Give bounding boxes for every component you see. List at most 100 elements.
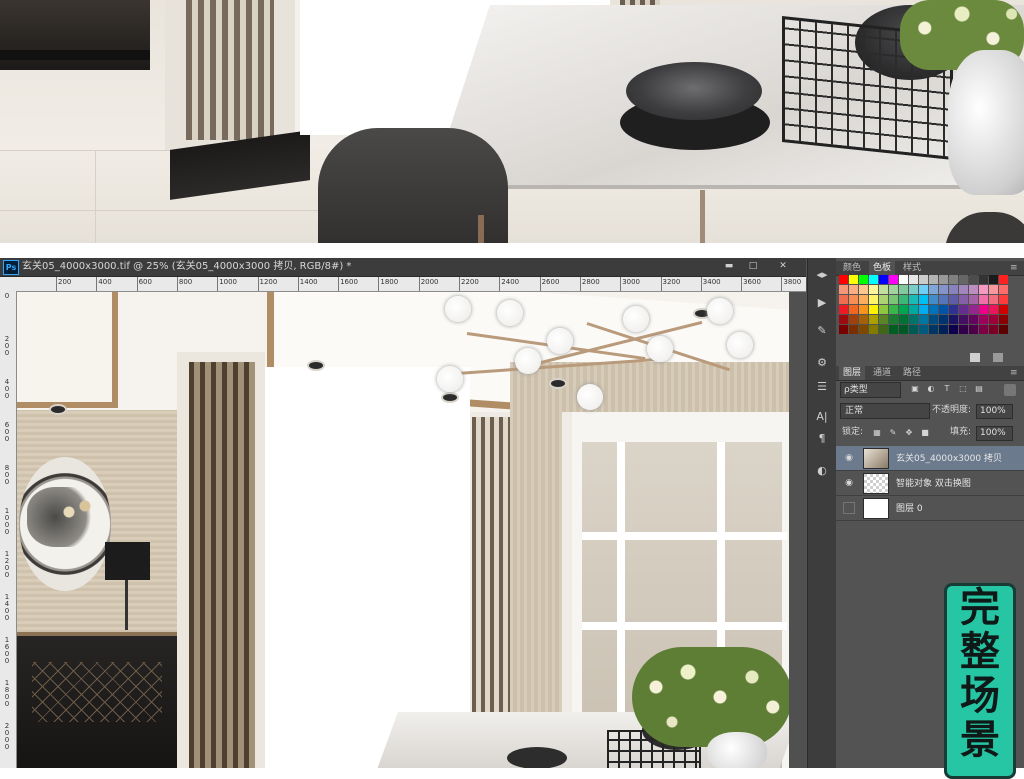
color-swatch[interactable] [889,325,898,334]
color-swatch[interactable] [939,315,948,324]
color-swatch[interactable] [909,275,918,284]
color-swatch[interactable] [939,295,948,304]
color-swatch[interactable] [899,285,908,294]
color-swatch[interactable] [859,275,868,284]
color-swatch[interactable] [869,295,878,304]
color-swatch[interactable] [939,285,948,294]
color-swatch[interactable] [939,275,948,284]
color-swatch[interactable] [979,295,988,304]
color-swatch[interactable] [959,325,968,334]
brush-settings-icon[interactable]: ✎ [812,322,832,340]
color-swatch[interactable] [859,285,868,294]
color-swatch[interactable] [849,315,858,324]
color-swatch[interactable] [909,315,918,324]
play-icon[interactable]: ▶ [812,294,832,312]
adjustments-icon[interactable]: ◐ [812,462,832,480]
color-swatch[interactable] [959,285,968,294]
color-swatch[interactable] [849,275,858,284]
tab-styles[interactable]: 样式 [899,261,925,275]
color-swatch[interactable] [969,295,978,304]
color-swatch[interactable] [859,295,868,304]
character-icon[interactable]: A| [812,408,832,426]
color-swatch[interactable] [999,305,1008,314]
color-swatch[interactable] [889,305,898,314]
new-swatch-icon[interactable] [970,353,980,362]
tab-swatches[interactable]: 色板 [869,261,896,275]
tab-layers[interactable]: 图层 [839,366,866,380]
color-swatch[interactable] [879,285,888,294]
color-swatch[interactable] [949,315,958,324]
lock-all-icon[interactable]: ■ [920,428,930,438]
color-swatch[interactable] [869,285,878,294]
color-swatch[interactable] [969,285,978,294]
color-swatch[interactable] [959,315,968,324]
color-swatch[interactable] [899,275,908,284]
opacity-input[interactable]: 100% [976,404,1013,419]
color-swatch[interactable] [999,275,1008,284]
color-swatch[interactable] [949,275,958,284]
color-swatch[interactable] [849,285,858,294]
layer-filter-select[interactable]: ρ类型 [840,382,901,398]
type-filter-icon[interactable]: T [942,384,952,394]
color-swatch[interactable] [979,315,988,324]
color-swatch[interactable] [919,305,928,314]
color-swatch[interactable] [869,305,878,314]
color-swatch[interactable] [939,305,948,314]
tab-paths[interactable]: 路径 [899,366,925,380]
lock-position-icon[interactable]: ✥ [904,428,914,438]
color-swatch[interactable] [989,325,998,334]
color-swatch[interactable] [889,275,898,284]
layer-row[interactable]: ◉ 智能对象 双击换图 [836,471,1024,496]
color-swatch[interactable] [909,295,918,304]
minimize-button[interactable]: ▬ [718,260,740,273]
color-swatch[interactable] [999,295,1008,304]
smart-object-filter-icon[interactable]: ▤ [974,384,984,394]
color-swatch[interactable] [839,325,848,334]
color-swatch[interactable] [949,325,958,334]
color-swatch[interactable] [919,325,928,334]
color-swatch[interactable] [929,285,938,294]
paragraph-icon[interactable]: ¶ [812,430,832,448]
sliders-icon[interactable]: ☰ [812,378,832,396]
color-swatch[interactable] [989,285,998,294]
color-swatch[interactable] [989,295,998,304]
color-swatch[interactable] [849,295,858,304]
color-swatch[interactable] [919,285,928,294]
color-swatch[interactable] [839,305,848,314]
color-swatch[interactable] [989,275,998,284]
color-swatch[interactable] [909,325,918,334]
color-swatch[interactable] [879,295,888,304]
ruler-origin[interactable] [0,277,17,292]
lock-pixels-icon[interactable]: ✎ [888,428,898,438]
color-swatch[interactable] [839,315,848,324]
color-swatch[interactable] [899,295,908,304]
color-swatch[interactable] [969,325,978,334]
color-swatch[interactable] [869,325,878,334]
color-swatch[interactable] [839,275,848,284]
lock-transparent-icon[interactable]: ▦ [872,428,882,438]
color-swatch[interactable] [979,305,988,314]
color-swatch[interactable] [859,315,868,324]
color-swatch[interactable] [969,315,978,324]
color-swatch[interactable] [989,315,998,324]
color-swatch[interactable] [879,305,888,314]
maximize-button[interactable]: □ [742,260,764,273]
visibility-toggle[interactable] [843,502,855,514]
color-swatch[interactable] [979,285,988,294]
color-swatch[interactable] [949,305,958,314]
color-swatch[interactable] [999,285,1008,294]
color-swatch[interactable] [959,305,968,314]
close-button[interactable]: ✕ [772,260,794,273]
visibility-eye-icon[interactable]: ◉ [843,452,855,464]
color-swatch[interactable] [899,305,908,314]
color-swatch[interactable] [859,325,868,334]
tab-channels[interactable]: 通道 [869,366,895,380]
swatch-grid[interactable] [839,275,1009,335]
color-swatch[interactable] [929,275,938,284]
color-swatch[interactable] [959,295,968,304]
trash-icon[interactable] [993,353,1003,362]
tab-color[interactable]: 颜色 [839,261,865,275]
color-swatch[interactable] [889,295,898,304]
color-swatch[interactable] [899,325,908,334]
color-swatch[interactable] [949,295,958,304]
